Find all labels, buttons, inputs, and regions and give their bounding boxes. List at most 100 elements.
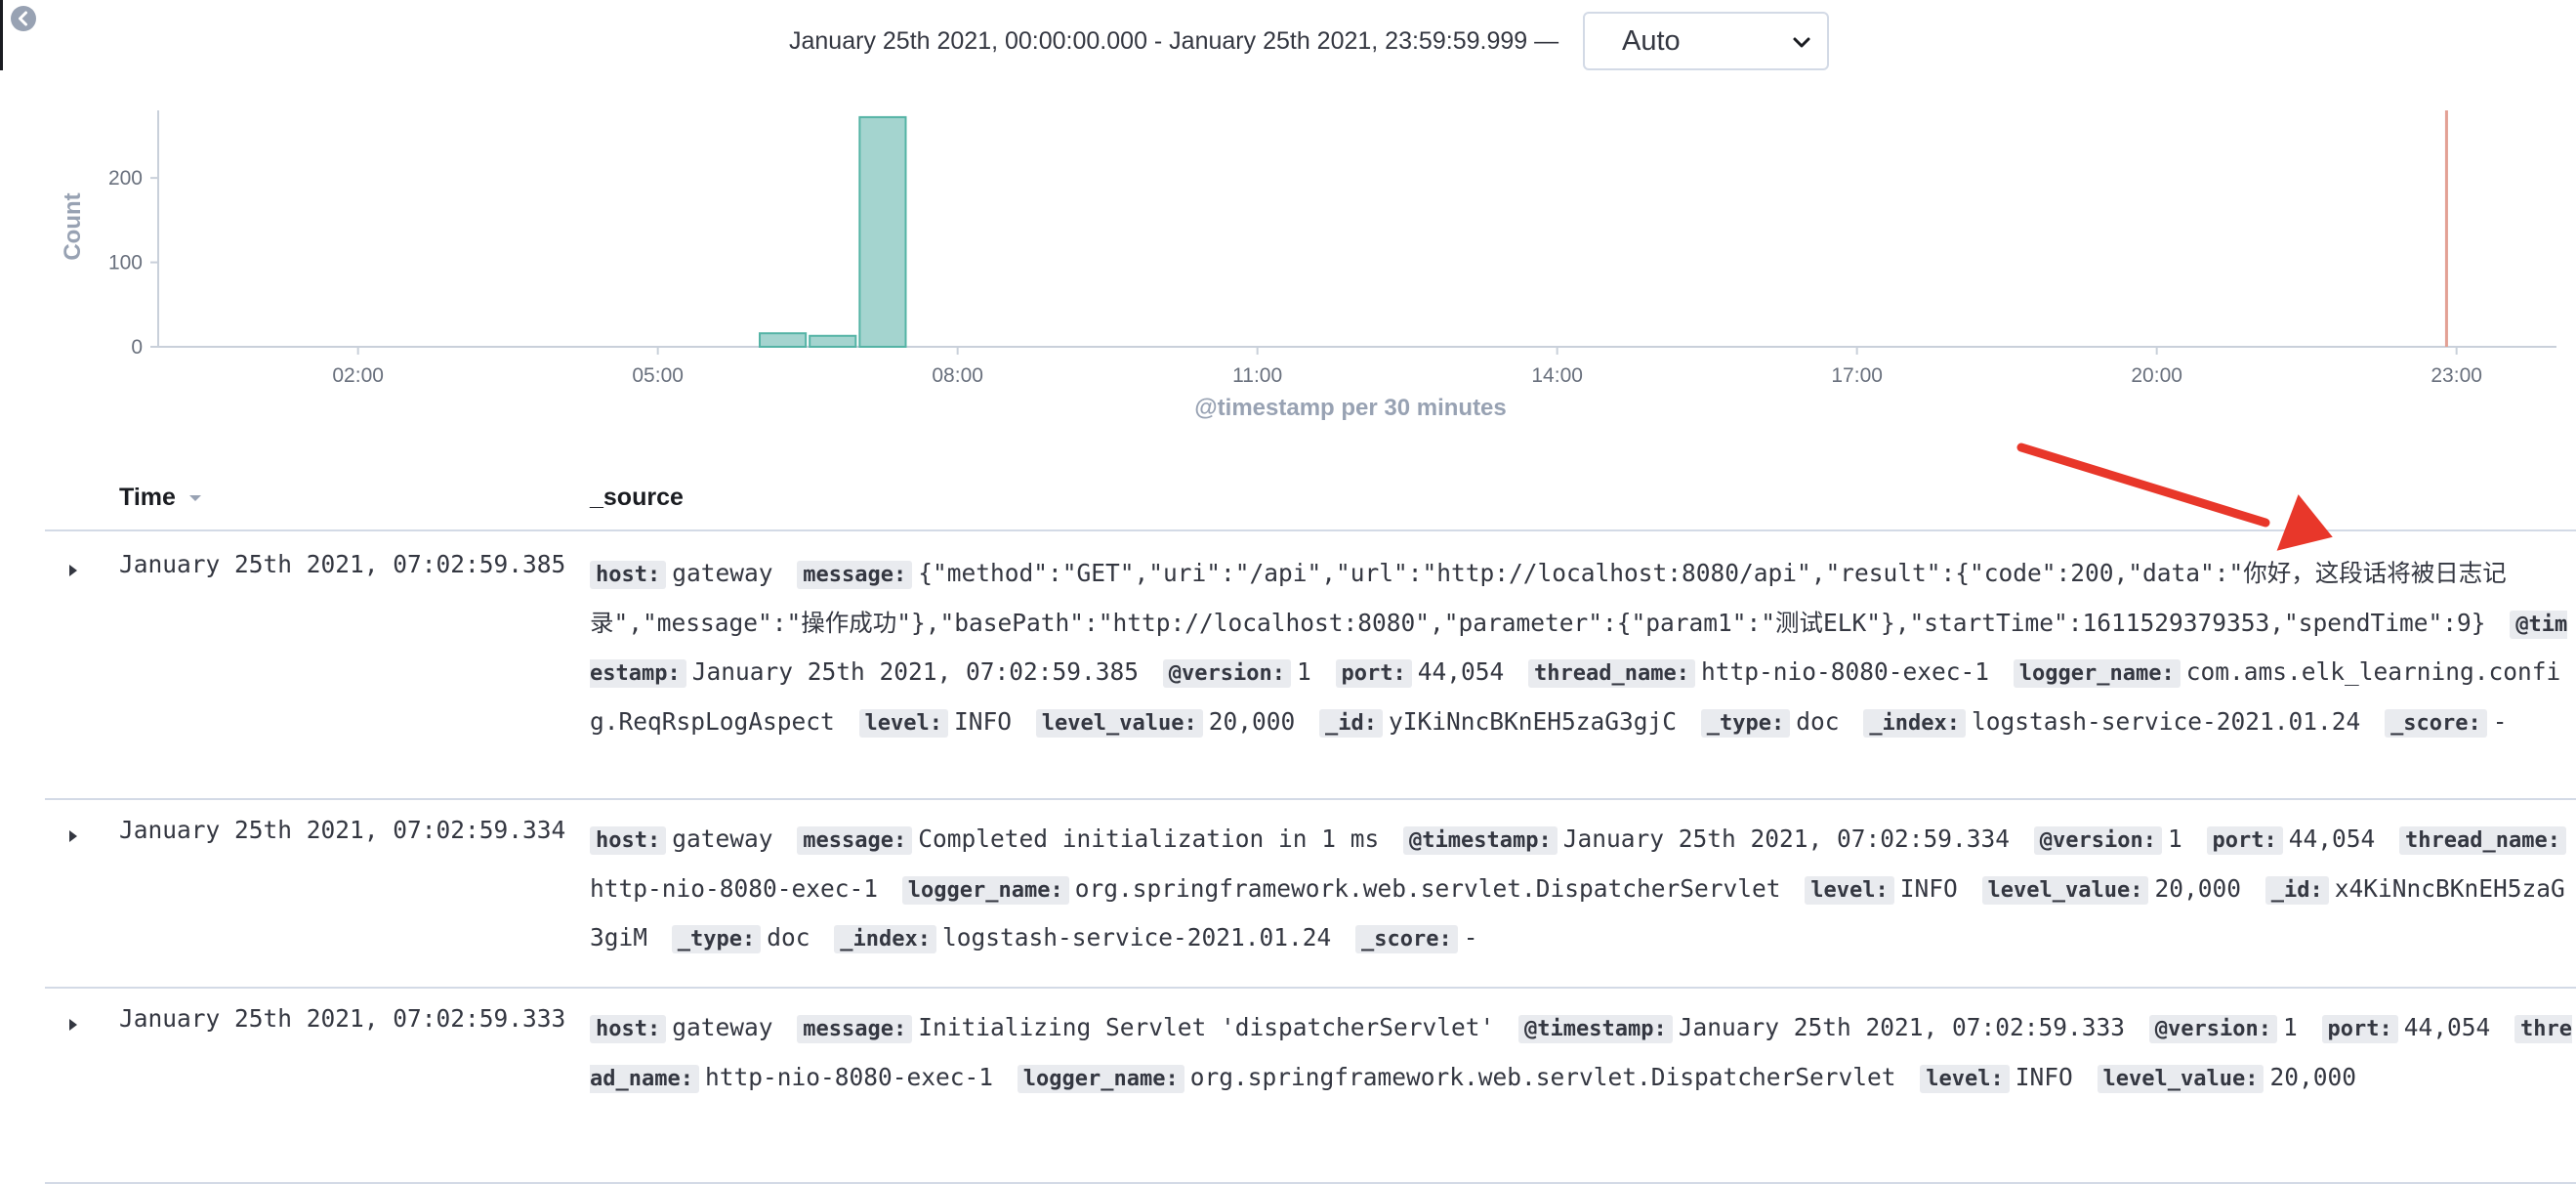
field-key: logger_name: <box>2013 659 2181 688</box>
x-axis-label: @timestamp per 30 minutes <box>1194 395 1507 421</box>
field-value: 44,054 <box>2403 1013 2491 1041</box>
field-key: level_value: <box>1981 875 2149 905</box>
field-key: host: <box>590 826 667 855</box>
field-key: port: <box>2321 1015 2398 1043</box>
field-key: message: <box>797 826 913 855</box>
field-key: @version: <box>2033 826 2162 855</box>
field-key: level_value: <box>2097 1064 2264 1093</box>
table-row[interactable]: January 25th 2021, 07:02:59.334 host: gate… <box>45 798 2576 989</box>
table-row[interactable]: January 25th 2021, 07:02:59.385 host: gate… <box>45 532 2576 800</box>
x-tick-label: 08:00 <box>932 364 983 387</box>
field-value: 20,000 <box>2269 1062 2356 1091</box>
sort-down-icon[interactable] <box>187 489 204 507</box>
field-value: yIKiNncBKnEH5zaG3gjC <box>1389 706 1678 736</box>
field-value: INFO <box>2015 1062 2073 1091</box>
field-value: January 25th 2021, 07:02:59.334 <box>1562 825 2010 853</box>
field-key: level: <box>1920 1064 2010 1093</box>
column-header-time[interactable]: Time <box>119 479 204 532</box>
field-key: _index: <box>834 925 937 953</box>
field-value: org.springframework.web.servlet.Dispatch… <box>1189 1062 1896 1091</box>
expand-row-caret-icon[interactable] <box>64 827 82 845</box>
y-tick-label: 200 <box>108 167 143 190</box>
field-key: _score: <box>2385 708 2487 738</box>
field-value: gateway <box>672 1013 773 1041</box>
field-value: 20,000 <box>2154 873 2241 903</box>
interval-select[interactable]: Auto <box>1583 12 1829 70</box>
field-key: logger_name: <box>1017 1064 1184 1093</box>
field-value: - <box>1463 923 1478 951</box>
field-key: logger_name: <box>901 875 1069 905</box>
field-key: message: <box>797 561 913 589</box>
field-key: level: <box>858 708 949 738</box>
histogram-bar <box>858 115 907 348</box>
field-key: _index: <box>1863 708 1967 738</box>
field-key: message: <box>797 1015 913 1043</box>
x-tick-label: 11:00 <box>1232 364 1282 387</box>
field-key: _id: <box>2264 875 2329 905</box>
header-divider <box>45 529 2576 531</box>
field-key: thread_name: <box>1528 659 1695 688</box>
y-axis-label: Count <box>60 192 86 260</box>
x-tick-label: 20:00 <box>2131 364 2182 387</box>
field-value: logstash-service-2021.01.24 <box>1972 706 2361 736</box>
expand-row-caret-icon[interactable] <box>64 562 82 579</box>
field-value: http-nio-8080-exec-1 <box>590 873 879 903</box>
row-timestamp: January 25th 2021, 07:02:59.334 <box>119 816 566 844</box>
field-value: http-nio-8080-exec-1 <box>704 1062 993 1091</box>
field-value: http-nio-8080-exec-1 <box>1700 657 1989 686</box>
field-value: gateway <box>672 825 773 853</box>
field-value: INFO <box>1899 873 1958 903</box>
field-value: doc <box>767 923 810 951</box>
x-tick-label: 02:00 <box>332 364 384 387</box>
field-key: @version: <box>2148 1015 2277 1043</box>
field-value: January 25th 2021, 07:02:59.385 <box>691 657 1139 686</box>
x-tick-label: 17:00 <box>1831 364 1883 387</box>
y-tick-label: 100 <box>108 252 143 275</box>
field-key: @version: <box>1162 659 1291 688</box>
field-value: Initializing Servlet 'dispatcherServlet' <box>918 1013 1495 1041</box>
field-key: port: <box>1335 659 1412 688</box>
histogram-bar <box>809 334 857 348</box>
field-value: doc <box>1796 706 1840 736</box>
row-source: host: gateway message: Completed initializ… <box>590 816 2572 964</box>
field-value: 1 <box>2282 1013 2298 1041</box>
field-key: _score: <box>1355 925 1458 953</box>
field-key: port: <box>2206 826 2283 855</box>
histogram-chart: 0 100 200 02:00 05:00 08:00 11:00 14:00 17:00 20:… <box>60 110 2556 421</box>
field-value: 1 <box>2167 825 2182 853</box>
field-value: logstash-service-2021.01.24 <box>942 923 1332 951</box>
histogram-bar <box>759 332 808 349</box>
column-header-source: _source <box>590 484 684 511</box>
field-value: INFO <box>954 706 1013 736</box>
field-key: @timestamp: <box>1403 826 1558 855</box>
chevron-down-icon <box>1793 37 1810 48</box>
field-key: _id: <box>1319 708 1384 738</box>
field-key: thread_name: <box>2399 826 2566 855</box>
field-value: org.springframework.web.servlet.Dispatch… <box>1074 873 1781 903</box>
table-header: Time _source <box>0 479 2576 532</box>
time-range-label: January 25th 2021, 00:00:00.000 - Januar… <box>789 27 1559 55</box>
field-value: Completed initialization in 1 ms <box>918 825 1380 853</box>
field-key: host: <box>590 561 667 589</box>
field-value: 44,054 <box>2288 825 2376 853</box>
x-tick-label: 05:00 <box>632 364 684 387</box>
expand-row-caret-icon[interactable] <box>64 1016 82 1034</box>
field-value: 20,000 <box>1208 706 1296 736</box>
field-key: @timestamp: <box>1518 1015 1673 1043</box>
field-key: _type: <box>1700 708 1791 738</box>
row-timestamp: January 25th 2021, 07:02:59.385 <box>119 550 566 578</box>
x-tick-label: 23:00 <box>2431 364 2482 387</box>
field-value: January 25th 2021, 07:02:59.333 <box>1678 1013 2125 1041</box>
table-row[interactable]: January 25th 2021, 07:02:59.333 host: gate… <box>45 987 2576 1184</box>
time-range-bar: January 25th 2021, 00:00:00.000 - Januar… <box>0 12 2576 70</box>
interval-selected-value: Auto <box>1622 24 1681 57</box>
row-source: host: gateway message: {"method":"GET","ur… <box>590 550 2572 747</box>
y-tick-label: 0 <box>131 336 143 359</box>
x-tick-label: 14:00 <box>1531 364 1583 387</box>
field-key: level: <box>1805 875 1894 905</box>
field-key: _type: <box>671 925 762 953</box>
row-source: host: gateway message: Initializing Servle… <box>590 1004 2572 1103</box>
field-value: gateway <box>672 559 773 587</box>
field-value: - <box>2492 706 2508 736</box>
field-value: 44,054 <box>1417 657 1505 686</box>
